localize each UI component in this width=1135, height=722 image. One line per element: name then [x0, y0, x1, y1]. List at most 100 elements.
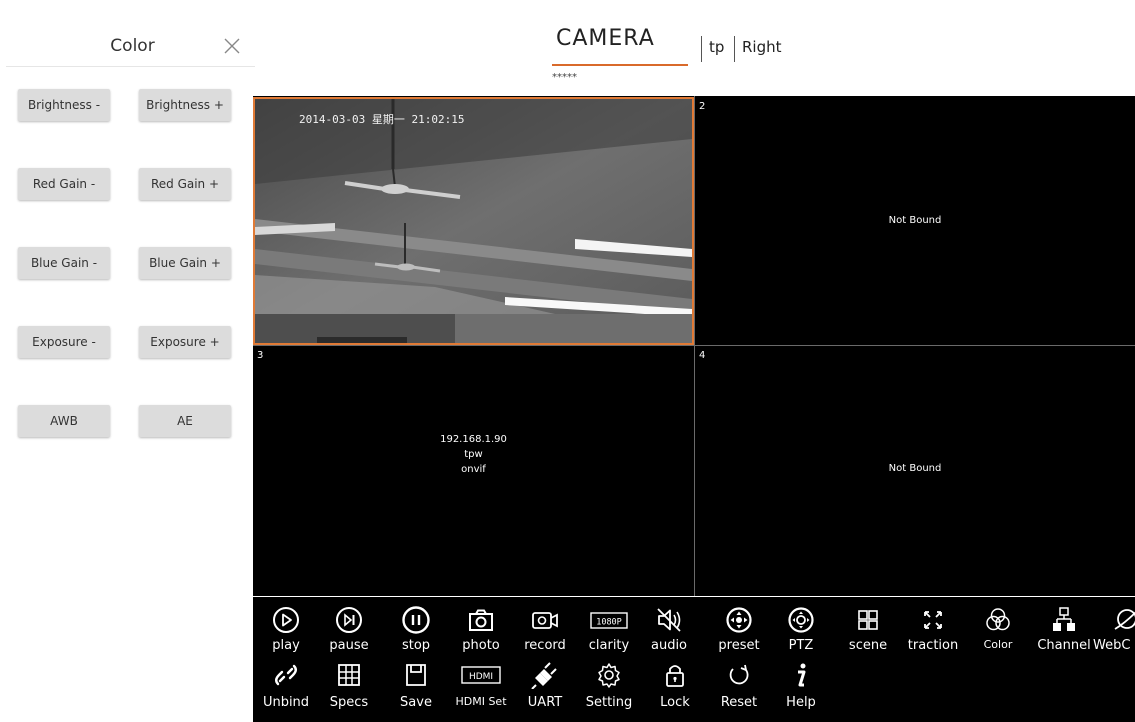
exposure-minus-button[interactable]: Exposure - [18, 326, 110, 358]
specs-grid-icon [338, 664, 360, 686]
record-button[interactable]: record [512, 605, 578, 653]
page-title: CAMERA [556, 26, 655, 51]
audio-label: audio [650, 638, 688, 653]
awb-button[interactable]: AWB [18, 405, 110, 437]
audio-button[interactable]: audio [636, 605, 702, 653]
webcam-icon [1114, 609, 1135, 630]
unbind-button[interactable]: Unbind [253, 661, 319, 710]
video-cell-1[interactable]: 2014-03-03 星期一 21:02:15 [253, 97, 694, 345]
reset-button[interactable]: Reset [706, 661, 772, 710]
preset-button[interactable]: preset [706, 605, 772, 653]
camera-feed-image [255, 99, 692, 343]
hdmi-set-button[interactable]: HDMI HDMI Set [448, 661, 514, 708]
cell-number: 2 [699, 101, 706, 112]
header-item-tp[interactable]: tp [709, 38, 724, 56]
photo-button[interactable]: photo [448, 605, 514, 653]
webcam-label: WebC [1093, 638, 1131, 653]
video-cell-3[interactable]: 3 192.168.1.90 tpw onvif [253, 346, 694, 596]
audio-mute-icon [657, 608, 681, 632]
brightness-minus-button[interactable]: Brightness - [18, 89, 110, 121]
scene-grid-icon [858, 610, 878, 630]
blue-gain-plus-button[interactable]: Blue Gain + [139, 247, 231, 279]
traction-button[interactable]: traction [900, 605, 966, 653]
color-circles-icon [986, 608, 1010, 631]
setting-button[interactable]: Setting [576, 661, 642, 710]
help-button[interactable]: Help [768, 661, 834, 710]
play-icon [273, 607, 299, 633]
svg-text:HDMI: HDMI [469, 672, 493, 682]
close-icon[interactable] [222, 36, 242, 56]
exposure-plus-button[interactable]: Exposure + [139, 326, 231, 358]
pause-icon [336, 607, 362, 633]
uart-label: UART [527, 695, 563, 710]
camera-timestamp: 2014-03-03 星期一 21:02:15 [299, 113, 465, 126]
scene-label: scene [848, 638, 888, 653]
play-button[interactable]: play [253, 605, 319, 653]
panel-divider [6, 66, 255, 67]
help-info-icon [798, 663, 806, 687]
clarity-label: clarity [588, 638, 630, 653]
channel-button[interactable]: Channel [1031, 605, 1097, 653]
channel-network-icon [1053, 607, 1075, 631]
title-underline [552, 64, 688, 66]
scene-button[interactable]: scene [835, 605, 901, 653]
svg-text:1080P: 1080P [596, 618, 622, 628]
grid-divider-horizontal [253, 345, 1135, 346]
video-cell-4[interactable]: 4 Not Bound [695, 346, 1135, 596]
preset-icon [726, 607, 752, 633]
video-cell-2[interactable]: 2 Not Bound [695, 97, 1135, 345]
ae-button[interactable]: AE [139, 405, 231, 437]
brightness-plus-button[interactable]: Brightness + [139, 89, 231, 121]
save-icon [406, 664, 426, 686]
cell-protocol: onvif [461, 464, 486, 475]
specs-button[interactable]: Specs [316, 661, 382, 710]
uart-button[interactable]: UART [512, 661, 578, 710]
cell-number: 4 [699, 350, 706, 361]
video-record-icon [532, 612, 558, 629]
ptz-button[interactable]: PTZ [768, 605, 834, 653]
specs-label: Specs [329, 695, 369, 710]
header-separator [734, 36, 735, 62]
gear-icon [598, 663, 620, 688]
stop-button[interactable]: stop [383, 605, 449, 653]
camera-icon [469, 609, 493, 631]
color-button[interactable]: Color [965, 605, 1031, 651]
pause-label: pause [329, 638, 369, 653]
save-button[interactable]: Save [383, 661, 449, 710]
play-label: play [272, 638, 300, 653]
reset-label: Reset [720, 695, 758, 710]
lock-label: Lock [660, 695, 690, 710]
webcam-button[interactable]: WebC [1093, 605, 1135, 653]
traction-label: traction [907, 638, 959, 653]
channel-label: Channel [1037, 638, 1091, 653]
cell-number: 3 [257, 350, 264, 361]
red-gain-plus-button[interactable]: Red Gain + [139, 168, 231, 200]
uart-plug-icon [531, 662, 557, 689]
hdmi-set-label: HDMI Set [455, 695, 507, 708]
reset-icon [729, 664, 749, 685]
toolbar: play pause stop photo record 1080P clari… [253, 597, 1135, 722]
blue-gain-minus-button[interactable]: Blue Gain - [18, 247, 110, 279]
color-label: Color [983, 638, 1013, 651]
grid-divider-vertical [694, 96, 695, 596]
help-label: Help [786, 695, 816, 710]
camera-subtitle: ***** [552, 72, 577, 83]
cell-username: tpw [464, 449, 483, 460]
photo-label: photo [462, 638, 500, 653]
pause-button[interactable]: pause [316, 605, 382, 653]
preset-label: preset [718, 638, 760, 653]
unbind-link-icon [275, 664, 297, 686]
cell-ip-address: 192.168.1.90 [440, 434, 507, 445]
stop-label: stop [401, 638, 431, 653]
header-item-right[interactable]: Right [742, 38, 782, 56]
save-label: Save [400, 695, 432, 710]
clarity-button[interactable]: 1080P clarity [576, 605, 642, 653]
setting-label: Setting [585, 695, 633, 710]
cell-status: Not Bound [888, 463, 942, 474]
lock-button[interactable]: Lock [642, 661, 708, 710]
red-gain-minus-button[interactable]: Red Gain - [18, 168, 110, 200]
record-label: record [524, 638, 566, 653]
lock-icon [666, 665, 684, 687]
hdmi-icon: HDMI [461, 666, 501, 684]
unbind-label: Unbind [262, 695, 310, 710]
